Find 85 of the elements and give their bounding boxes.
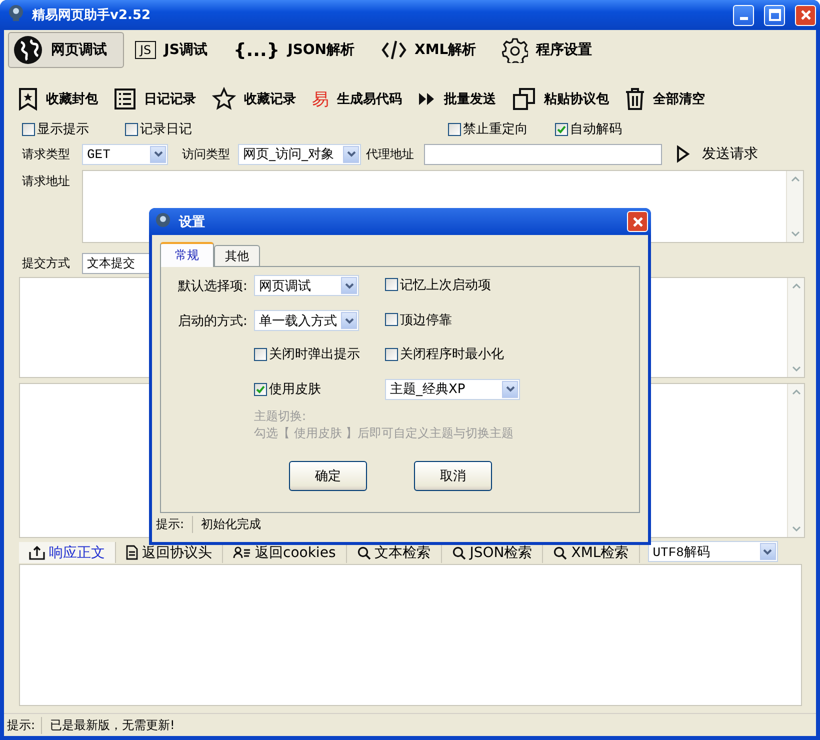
result-tab[interactable]: 响应正文 <box>19 542 116 563</box>
code-brackets-icon <box>380 39 407 61</box>
checkbox[interactable] <box>385 313 398 326</box>
window-title: 精易网页助手v2.52 <box>32 6 152 24</box>
nav-tab[interactable]: XML解析 <box>376 32 492 68</box>
close-icon <box>800 9 812 21</box>
search-icon <box>356 546 371 560</box>
send-request-button[interactable]: 发送请求 <box>672 143 762 165</box>
field-label: 访问类型 <box>182 146 230 162</box>
search-icon <box>553 546 568 560</box>
toolbar-button[interactable]: 日记记录 <box>114 88 196 110</box>
dialog-title: 设置 <box>179 214 206 230</box>
proxy-input-field[interactable] <box>424 144 662 164</box>
close-button[interactable] <box>795 4 816 26</box>
tab[interactable]: 常规 <box>160 242 214 267</box>
dialog-button[interactable]: 确定 <box>289 461 367 491</box>
star-icon <box>212 87 236 111</box>
checkbox[interactable] <box>385 278 398 292</box>
access-type-select[interactable]: 网页_访问_对象 <box>238 144 361 164</box>
copy-icon <box>512 87 536 111</box>
theme-select[interactable]: 主题_经典XP <box>385 378 520 400</box>
field-label: 请求类型 <box>22 146 71 162</box>
nav-tab[interactable]: JS JS调试 <box>130 32 222 68</box>
checkbox-label: 记忆上次启动项 <box>400 276 491 294</box>
startup-select[interactable]: 单一载入方式 <box>254 310 359 331</box>
toolbar-button[interactable]: 收藏封包 <box>18 87 98 111</box>
checkbox[interactable] <box>22 122 35 136</box>
status-text: 初始化完成 <box>201 516 262 533</box>
settings-icon <box>502 37 528 63</box>
toolbar-button[interactable]: 收藏记录 <box>212 87 296 111</box>
field-label: 代理地址 <box>366 146 414 162</box>
toolbar-button[interactable]: 粘贴协议包 <box>512 87 609 111</box>
maximize-button[interactable] <box>764 4 785 26</box>
toolbar-button[interactable]: 易 生成易代码 <box>312 88 402 110</box>
checkbox[interactable] <box>125 122 138 136</box>
field-label: 默认选择项: <box>178 278 248 294</box>
toolbar-button[interactable]: 全部清空 <box>625 87 705 111</box>
list-icon <box>114 88 136 110</box>
hint-title: 主题切换: <box>254 408 308 424</box>
trash-icon <box>625 87 645 111</box>
checkbox[interactable] <box>254 348 267 360</box>
checkbox[interactable] <box>385 348 398 360</box>
status-label: 提示: <box>156 516 194 533</box>
globe-icon <box>13 35 43 65</box>
minimize-button[interactable] <box>733 4 754 26</box>
document-icon <box>126 545 138 560</box>
checkbox[interactable] <box>448 122 461 136</box>
checkbox-label: 禁止重定向 <box>463 121 528 138</box>
checkbox[interactable] <box>254 382 267 396</box>
checkbox-label: 顶边停靠 <box>400 312 452 329</box>
double-play-icon <box>418 92 436 106</box>
nav-tab[interactable]: {...} JSON解析 <box>228 32 370 68</box>
contact-list-icon <box>233 546 251 559</box>
icon-text: 易 <box>312 88 329 110</box>
checkbox-label: 使用皮肤 <box>269 381 321 398</box>
minimize-icon <box>740 17 748 20</box>
checkbox-label: 记录日记 <box>140 121 192 138</box>
close-icon <box>632 216 644 228</box>
play-icon <box>676 145 690 163</box>
checkbox[interactable] <box>555 122 568 136</box>
hint-text: 勾选【 使用皮肤 】后即可自定义主题与切换主题 <box>254 424 515 442</box>
dialog-button[interactable]: 取消 <box>414 461 492 491</box>
maximize-icon <box>768 9 780 21</box>
icon-text: {...} <box>233 40 280 60</box>
checkbox-label: 关闭程序时最小化 <box>400 346 504 363</box>
encoding-select[interactable]: UTF8解码 <box>648 541 778 562</box>
default-select[interactable]: 网页调试 <box>254 275 359 296</box>
toolbar-button[interactable]: 批量发送 <box>418 90 496 108</box>
status-label: 提示: <box>7 716 42 734</box>
search-icon <box>452 546 466 560</box>
icon-text: JS <box>135 41 156 59</box>
close-button[interactable] <box>627 211 648 232</box>
status-text: 已是最新版，无需更新! <box>50 716 175 734</box>
checkbox-label: 关闭时弹出提示 <box>269 346 360 363</box>
field-label: 请求地址 <box>22 173 71 190</box>
field-label: 启动的方式: <box>178 312 248 330</box>
nav-tab[interactable]: 网页调试 <box>8 32 124 68</box>
field-label: 提交方式 <box>22 254 71 272</box>
nav-tab[interactable]: 程序设置 <box>497 32 608 68</box>
tab[interactable]: 其他 <box>214 245 260 266</box>
method-select[interactable]: GET <box>82 144 168 164</box>
checkbox-label: 显示提示 <box>37 121 89 138</box>
upload-icon <box>29 546 45 560</box>
checkbox-label: 自动解码 <box>570 121 622 138</box>
bookmark-star-icon <box>18 87 38 111</box>
